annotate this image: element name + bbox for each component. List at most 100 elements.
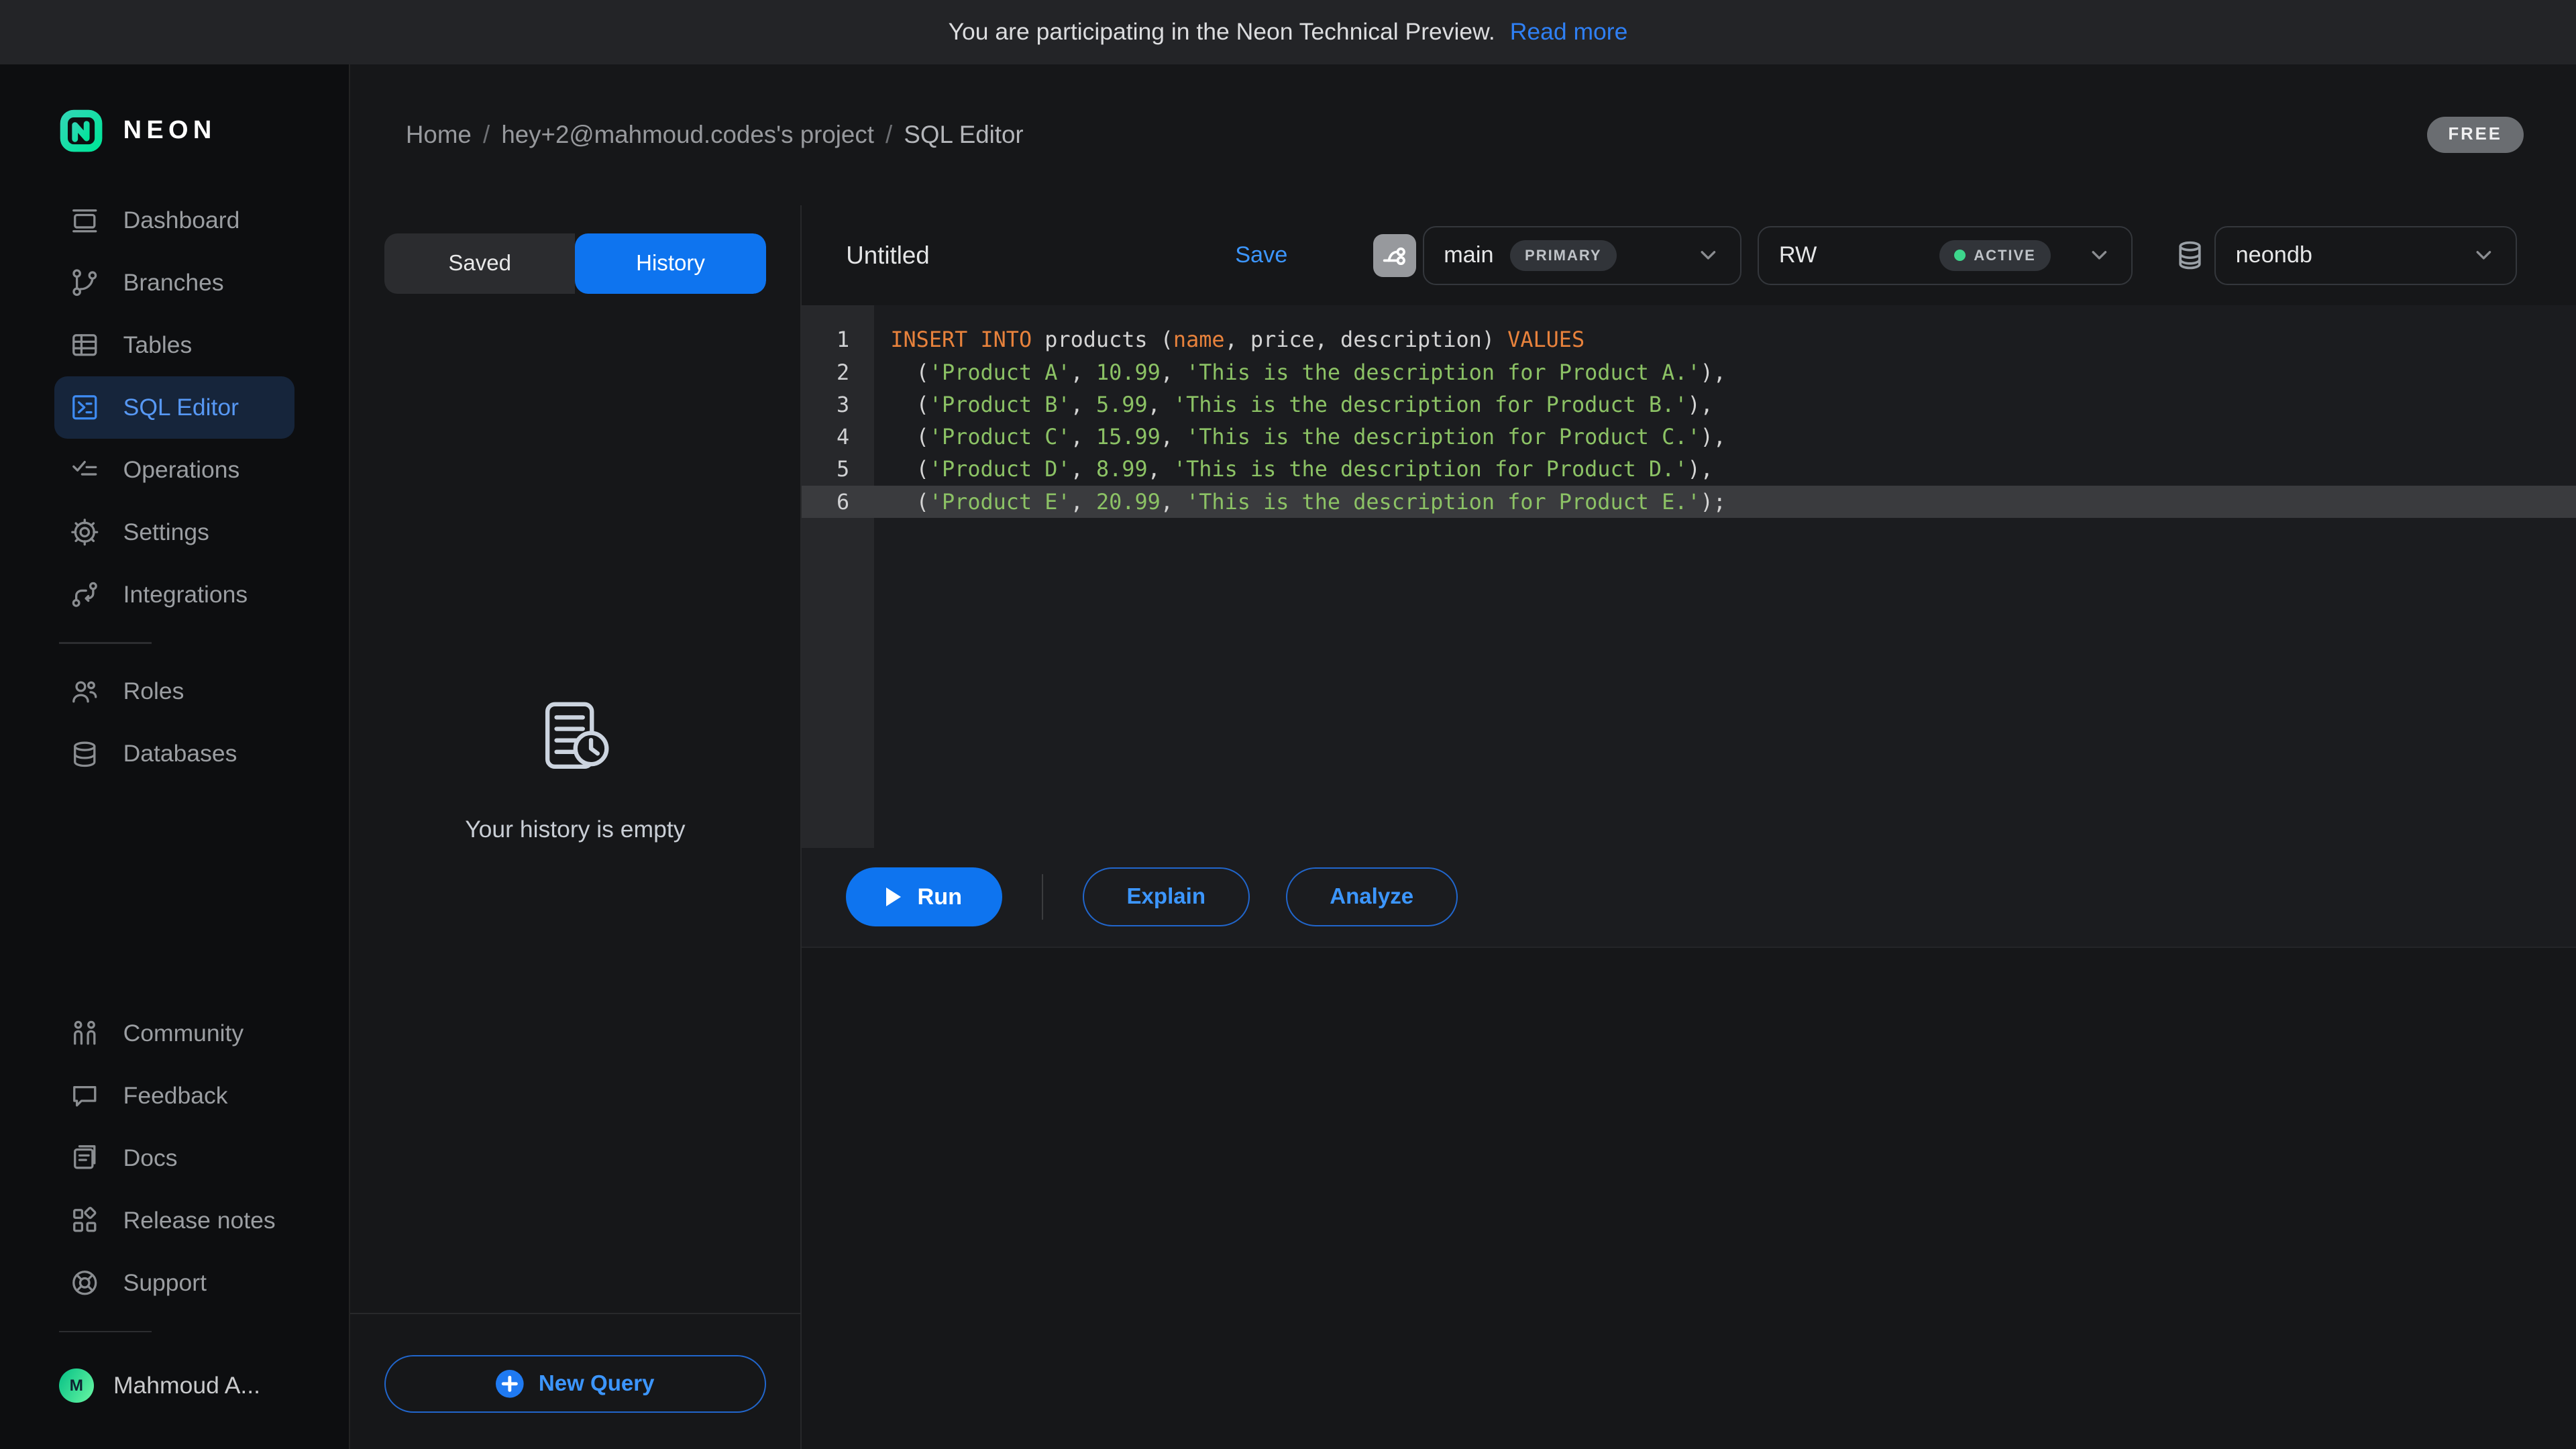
line-number: 5 [802,453,874,485]
sidebar-item-label: Community [123,1020,244,1047]
user-menu[interactable]: M Mahmoud A... [59,1368,294,1403]
sidebar-item-integrations[interactable]: Integrations [54,564,294,626]
sidebar-item-docs[interactable]: Docs [54,1127,294,1189]
history-empty-icon [536,698,615,777]
sidebar-item-tables[interactable]: Tables [54,314,294,376]
operations-icon [69,454,101,486]
databases-icon [69,739,101,770]
banner-text: You are participating in the Neon Techni… [949,18,1495,46]
history-empty-text: Your history is empty [465,816,685,843]
branch-name: main [1444,242,1493,268]
database-name: neondb [2236,242,2312,268]
query-title[interactable]: Untitled [846,241,930,270]
line-number: 4 [802,421,874,453]
breadcrumb-segment[interactable]: hey+2@mahmoud.codes's project [501,121,874,149]
sql-code-editor[interactable]: 1INSERT INTO products (name, price, desc… [802,305,2576,847]
sidebar-item-label: Docs [123,1144,178,1172]
docs-icon [69,1142,101,1174]
feedback-icon [69,1080,101,1112]
new-query-button[interactable]: New Query [384,1355,766,1413]
code-line-1: 1INSERT INTO products (name, price, desc… [802,323,2576,356]
sidebar-item-label: Integrations [123,581,248,608]
plan-badge[interactable]: FREE [2427,117,2524,152]
sidebar-item-label: Databases [123,740,237,767]
results-area [802,947,2576,1449]
line-number: 3 [802,388,874,421]
neon-wordmark: NEON [123,116,217,145]
sidebar-item-sql-editor[interactable]: SQL Editor [54,376,294,439]
code-lines: 1INSERT INTO products (name, price, desc… [802,305,2576,517]
database-selector[interactable]: neondb [2214,226,2517,285]
code-line-3: 3 ('Product B', 5.99, 'This is the descr… [802,388,2576,421]
sidebar-item-release-notes[interactable]: Release notes [54,1189,294,1252]
settings-icon [69,517,101,548]
saved-history-tabs: Saved History [384,233,766,294]
sidebar-nav-main: Dashboard Branches Tables SQL Editor Operati… [0,189,349,626]
technical-preview-banner: You are participating in the Neon Techni… [0,0,2576,64]
sidebar-item-label: Feedback [123,1082,228,1110]
code-text: INSERT INTO products (name, price, descr… [874,323,1585,356]
query-actions: Run Explain Analyze [802,848,2576,947]
play-icon [886,888,901,906]
breadcrumb-separator: / [885,121,892,149]
branches-icon [69,267,101,299]
run-button[interactable]: Run [846,867,1002,926]
breadcrumb-segment: SQL Editor [904,121,1023,149]
sidebar-item-settings[interactable]: Settings [54,501,294,564]
sidebar-item-community[interactable]: Community [54,1002,294,1065]
database-icon [2174,239,2206,272]
chevron-down-icon [2087,243,2112,268]
tab-history[interactable]: History [575,233,765,294]
branch-icon[interactable] [1373,234,1416,277]
sidebar: NEON Dashboard Branches Tables SQL Editor Op… [0,64,350,1449]
sidebar-item-label: Dashboard [123,207,240,234]
sql-editor-panel: Untitled Save [802,205,2576,1449]
roles-icon [69,676,101,708]
read-more-link[interactable]: Read more [1510,18,1628,46]
chevron-down-icon [1696,243,1721,268]
sidebar-item-label: Tables [123,331,193,359]
sidebar-item-branches[interactable]: Branches [54,252,294,314]
code-text: ('Product C', 15.99, 'This is the descri… [874,421,1726,453]
sidebar-item-feedback[interactable]: Feedback [54,1065,294,1127]
sidebar-item-label: Operations [123,456,240,484]
active-badge: ACTIVE [1939,240,2051,271]
sidebar-item-label: SQL Editor [123,394,239,421]
page-header: Home / hey+2@mahmoud.codes's project / SQL E… [350,64,2576,206]
release-notes-icon [69,1205,101,1236]
breadcrumb-segment[interactable]: Home [406,121,472,149]
queries-panel: Saved History [350,205,802,1449]
run-label: Run [917,884,962,910]
code-text: ('Product E', 20.99, 'This is the descri… [874,486,1726,518]
save-button[interactable]: Save [1235,242,1287,268]
endpoint-name: RW [1779,242,1817,268]
history-footer: New Query [350,1313,800,1449]
endpoint-selector[interactable]: RW ACTIVE [1758,226,2132,285]
history-empty-state: Your history is empty [350,294,800,1313]
code-line-4: 4 ('Product C', 15.99, 'This is the desc… [802,421,2576,453]
tab-saved[interactable]: Saved [384,233,575,294]
sidebar-item-dashboard[interactable]: Dashboard [54,189,294,252]
code-line-5: 5 ('Product D', 8.99, 'This is the descr… [802,453,2576,485]
sidebar-item-databases[interactable]: Databases [54,722,294,785]
analyze-button[interactable]: Analyze [1286,867,1458,926]
plus-icon [496,1370,524,1398]
neon-logo[interactable]: NEON [59,109,348,153]
line-number: 1 [802,323,874,356]
integrations-icon [69,579,101,610]
sidebar-item-label: Settings [123,519,209,546]
breadcrumb-separator: / [483,121,490,149]
sidebar-item-support[interactable]: Support [54,1252,294,1314]
code-text: ('Product A', 10.99, 'This is the descri… [874,356,1726,388]
support-icon [69,1267,101,1299]
branch-selector[interactable]: main PRIMARY [1423,226,1741,285]
code-text: ('Product D', 8.99, 'This is the descrip… [874,453,1713,485]
sidebar-item-operations[interactable]: Operations [54,439,294,501]
breadcrumb: Home / hey+2@mahmoud.codes's project / SQL E… [406,121,1024,149]
new-query-label: New Query [539,1371,655,1397]
sidebar-item-roles[interactable]: Roles [54,660,294,722]
sidebar-item-label: Support [123,1269,207,1297]
dashboard-icon [69,205,101,236]
explain-button[interactable]: Explain [1083,867,1250,926]
code-line-2: 2 ('Product A', 10.99, 'This is the desc… [802,356,2576,388]
